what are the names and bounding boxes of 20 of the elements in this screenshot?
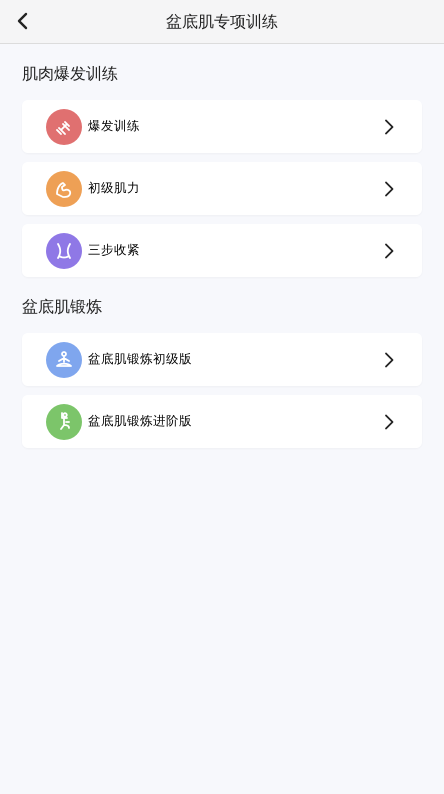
page-title: 盆底肌专项训练 [166, 10, 278, 32]
back-button[interactable] [16, 12, 28, 30]
list-item[interactable]: 三步收紧 [22, 224, 422, 277]
chevron-right-icon [384, 414, 394, 430]
list-item[interactable]: 盆底肌锻炼进阶版 [22, 395, 422, 448]
item-label: 盆底肌锻炼初级版 [88, 350, 193, 368]
section-title: 肌肉爆发训练 [22, 63, 119, 85]
chevron-right-icon [384, 118, 394, 134]
item-label: 三步收紧 [88, 241, 141, 260]
item-label: 盆底肌锻炼进阶版 [88, 412, 193, 430]
item-label: 爆发训练 [88, 117, 141, 136]
section-title: 盆底肌锻炼 [22, 296, 103, 318]
list-item[interactable]: 盆底肌锻炼初级版 [22, 333, 422, 386]
chevron-right-icon [384, 180, 394, 196]
item-label: 初级肌力 [88, 179, 141, 198]
list-item[interactable]: 爆发训练 [22, 100, 422, 153]
chevron-right-icon [384, 352, 394, 368]
list-item[interactable]: 初级肌力 [22, 162, 422, 215]
chevron-right-icon [384, 242, 394, 258]
back-icon [16, 12, 28, 30]
